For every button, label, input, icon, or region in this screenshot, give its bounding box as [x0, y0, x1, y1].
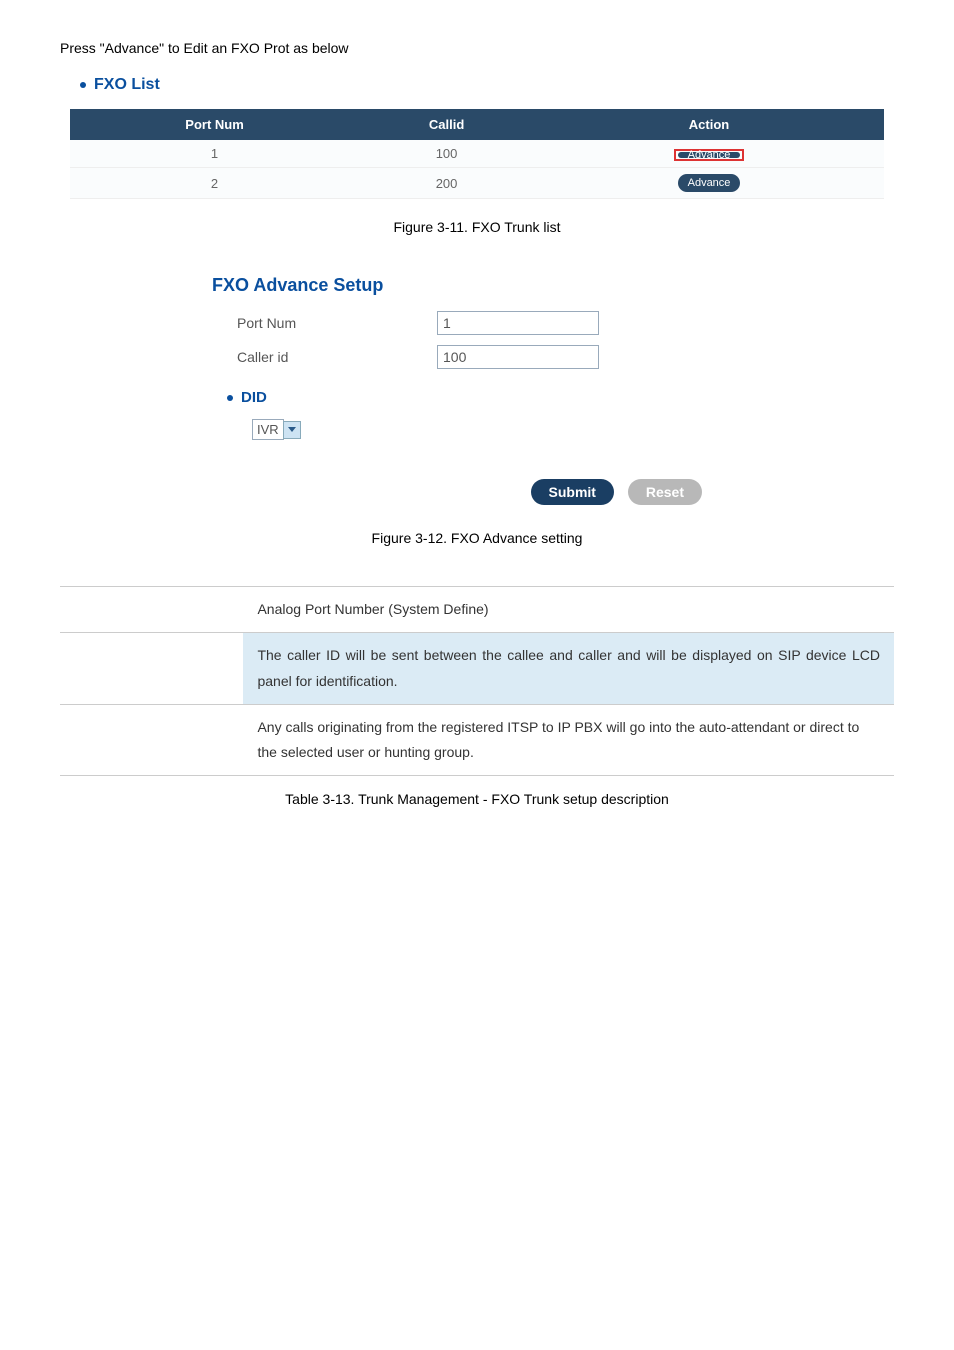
desc-left — [60, 704, 243, 775]
col-action: Action — [534, 109, 884, 140]
submit-button[interactable]: Submit — [531, 479, 614, 505]
fxo-advance-setup: FXO Advance Setup Port Num Caller id DID… — [197, 265, 757, 515]
cell-action: Advance — [534, 168, 884, 199]
cell-port: 2 — [70, 168, 359, 199]
did-title-text: DID — [241, 389, 267, 406]
table-caption: Table 3-13. Trunk Management - FXO Trunk… — [60, 791, 894, 807]
did-section: DID IVR — [227, 389, 742, 439]
input-port-num[interactable] — [437, 311, 599, 335]
bullet-icon — [80, 82, 86, 88]
cell-port: 1 — [70, 140, 359, 168]
label-caller-id: Caller id — [212, 349, 437, 365]
cell-callid: 200 — [359, 168, 534, 199]
did-title: DID — [227, 389, 742, 406]
fxo-table: Port Num Callid Action 1 100 Advance 2 2… — [70, 109, 884, 199]
desc-row: The caller ID will be sent between the c… — [60, 633, 894, 704]
desc-row: Any calls originating from the registere… — [60, 704, 894, 775]
table-row: 2 200 Advance — [70, 168, 884, 199]
input-caller-id[interactable] — [437, 345, 599, 369]
advance-button[interactable]: Advance — [678, 152, 741, 158]
desc-left — [60, 587, 243, 633]
description-table: Analog Port Number (System Define) The c… — [60, 586, 894, 776]
desc-right: Analog Port Number (System Define) — [243, 587, 894, 633]
highlight-box: Advance — [674, 149, 745, 161]
desc-right: Any calls originating from the registere… — [243, 704, 894, 775]
figure-caption-1: Figure 3-11. FXO Trunk list — [60, 219, 894, 235]
label-port-num: Port Num — [212, 315, 437, 331]
advance-button[interactable]: Advance — [678, 174, 741, 192]
fxo-list-title-text: FXO List — [94, 76, 160, 93]
col-port-num: Port Num — [70, 109, 359, 140]
desc-row: Analog Port Number (System Define) — [60, 587, 894, 633]
figure-caption-2: Figure 3-12. FXO Advance setting — [60, 530, 894, 546]
row-caller-id: Caller id — [212, 345, 742, 369]
fxo-list-title: FXO List — [80, 76, 884, 94]
button-row: Submit Reset — [212, 479, 742, 505]
bullet-icon — [227, 395, 233, 401]
desc-right: The caller ID will be sent between the c… — [243, 633, 894, 704]
cell-action: Advance — [534, 140, 884, 168]
fxo-list-section: FXO List Port Num Callid Action 1 100 Ad… — [70, 76, 884, 199]
desc-left — [60, 633, 243, 704]
reset-button[interactable]: Reset — [628, 479, 702, 505]
table-row: 1 100 Advance — [70, 140, 884, 168]
row-port-num: Port Num — [212, 311, 742, 335]
did-select[interactable]: IVR — [252, 419, 284, 440]
did-select-wrap: IVR — [252, 421, 742, 439]
intro-text: Press "Advance" to Edit an FXO Prot as b… — [60, 40, 894, 56]
col-callid: Callid — [359, 109, 534, 140]
cell-callid: 100 — [359, 140, 534, 168]
chevron-down-icon[interactable] — [283, 421, 301, 439]
setup-title: FXO Advance Setup — [212, 275, 742, 296]
